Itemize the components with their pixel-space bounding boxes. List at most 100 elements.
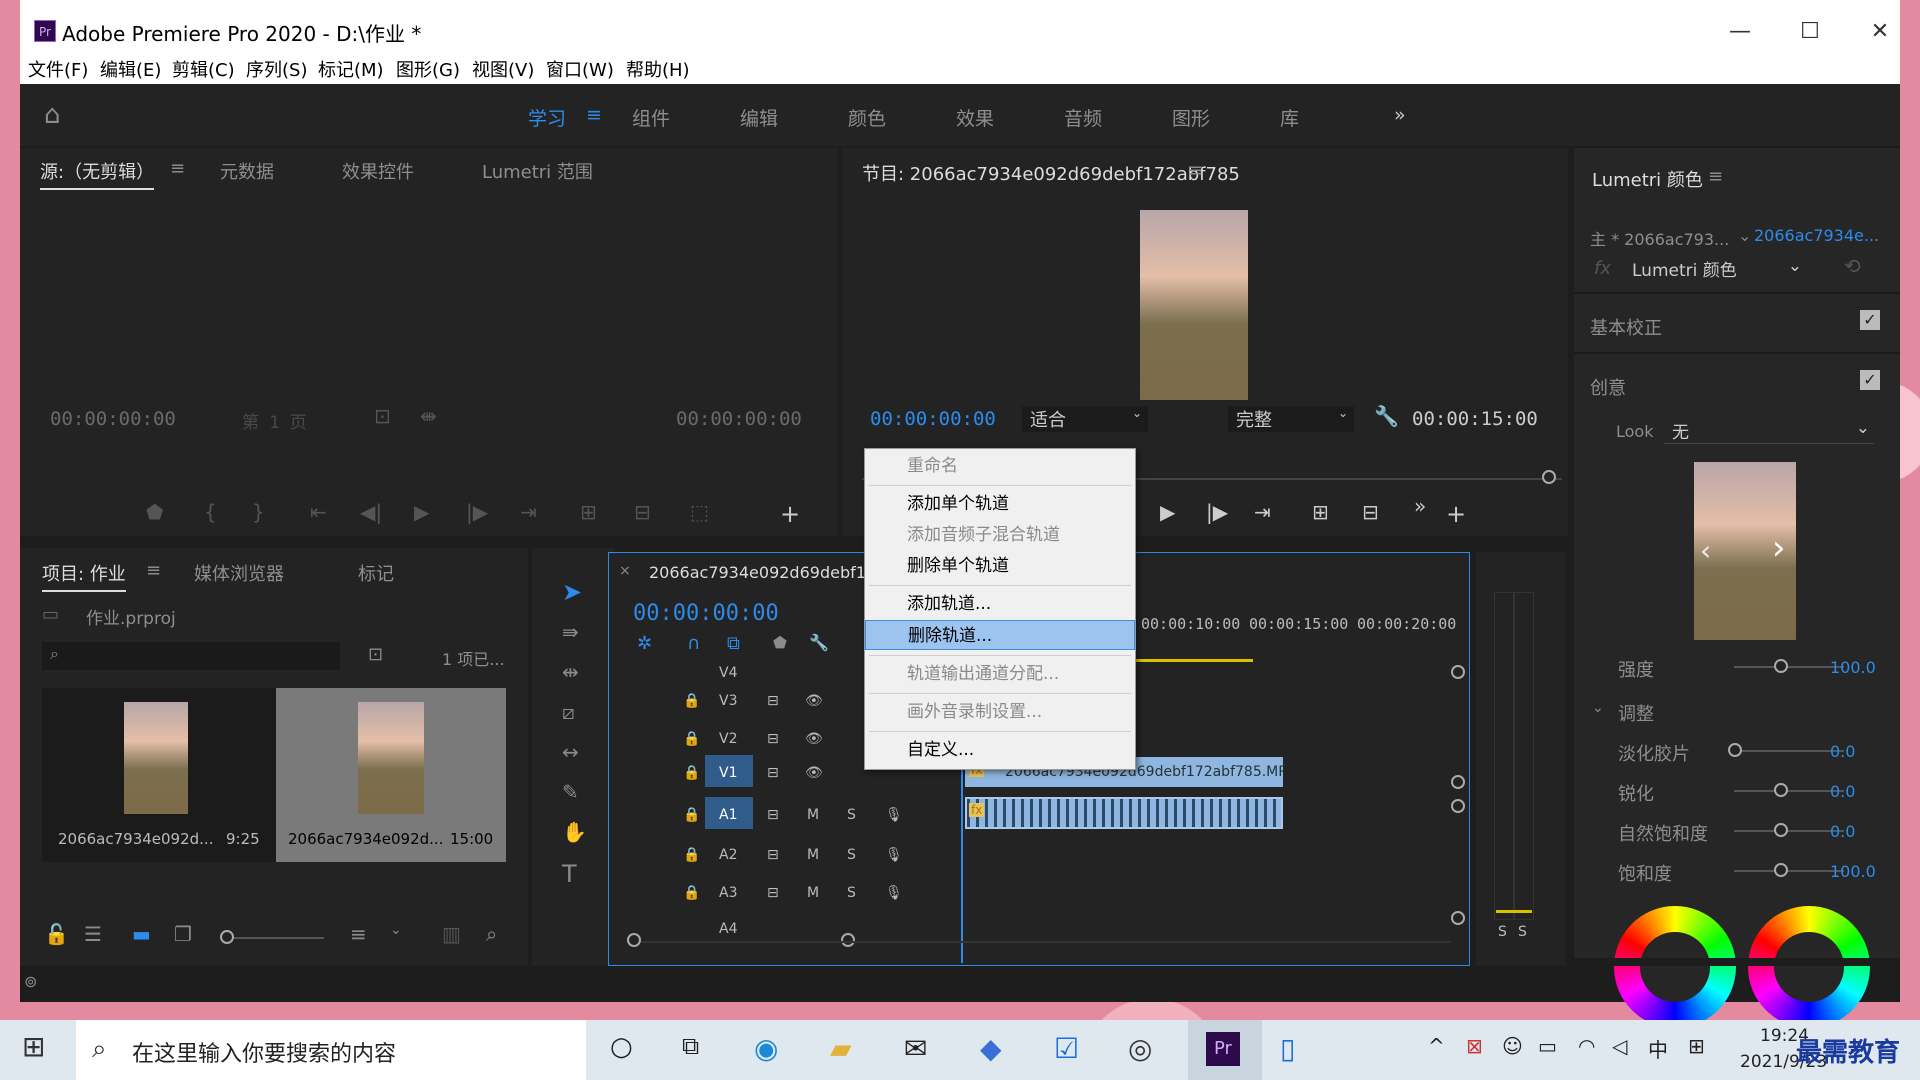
creative-cloud-icon[interactable]: ⊚ <box>24 972 37 991</box>
workspace-learning[interactable]: 学习 <box>528 104 566 131</box>
menu-help[interactable]: 帮助(H) <box>626 56 690 82</box>
phone-app-icon[interactable]: ▯ <box>1280 1032 1295 1072</box>
timeline-settings-icon[interactable]: 🔧 <box>809 633 829 652</box>
list-view-icon[interactable]: ☰ <box>84 922 102 946</box>
insert-icon[interactable]: ⊞ <box>580 500 597 524</box>
mail-icon[interactable]: ✉ <box>904 1032 927 1072</box>
vibrance-knob[interactable] <box>1774 823 1788 837</box>
microphone-icon[interactable]: 🎙 <box>885 807 903 823</box>
faded-film-slider[interactable] <box>1734 750 1844 752</box>
solo-right-button[interactable]: S <box>1518 924 1527 940</box>
panel-menu-icon[interactable]: ≡ <box>1708 166 1723 187</box>
horizontal-scrollbar[interactable] <box>641 941 1451 943</box>
panel-menu-icon[interactable]: ≡ <box>170 158 185 179</box>
menu-add-submix-track[interactable]: 添加音频子混合轨道 <box>865 520 1135 550</box>
app-icon[interactable]: ☑ <box>1054 1032 1079 1072</box>
menu-file[interactable]: 文件(F) <box>28 56 88 82</box>
sharpen-value[interactable]: 0.0 <box>1830 782 1855 801</box>
tab-media-browser[interactable]: 媒体浏览器 <box>194 560 284 586</box>
taskbar-search-placeholder[interactable]: 在这里输入你要搜索的内容 <box>132 1036 396 1068</box>
lock-icon[interactable]: 🔒 <box>683 847 700 863</box>
add-button-icon[interactable]: + <box>1446 500 1466 528</box>
minimize-button[interactable]: — <box>1720 14 1760 50</box>
workspace-graphics[interactable]: 图形 <box>1172 104 1210 131</box>
selection-tool-icon[interactable]: ➤ <box>562 578 582 606</box>
overwrite-icon[interactable]: ⊟ <box>634 500 651 524</box>
icon-view-icon[interactable]: ▬ <box>132 922 151 946</box>
mute-button[interactable]: M <box>807 807 819 823</box>
go-to-out-icon[interactable]: ⇥ <box>520 500 537 524</box>
chevron-down-icon[interactable]: ⌄ <box>390 922 402 938</box>
faded-film-knob[interactable] <box>1728 743 1742 757</box>
home-icon[interactable]: ⌂ <box>44 100 61 130</box>
workspace-libraries[interactable]: 库 <box>1280 104 1299 131</box>
lock-icon[interactable]: 🔒 <box>683 885 700 901</box>
horizontal-scroll-knob[interactable] <box>627 933 641 947</box>
track-a2-label[interactable]: A2 <box>719 847 737 863</box>
sync-lock-icon[interactable]: ⊟ <box>767 885 779 901</box>
freeform-view-icon[interactable]: ❐ <box>174 922 192 946</box>
menu-clip[interactable]: 剪辑(C) <box>172 56 235 82</box>
lift-icon[interactable]: ⊞ <box>1312 500 1329 524</box>
lock-icon[interactable]: 🔒 <box>683 693 700 709</box>
microphone-icon[interactable]: 🎙 <box>885 847 903 863</box>
microphone-icon[interactable]: 🎙 <box>885 885 903 901</box>
step-forward-icon[interactable]: |▶ <box>1206 500 1228 524</box>
menu-edit[interactable]: 编辑(E) <box>100 56 161 82</box>
saturation-value[interactable]: 100.0 <box>1830 862 1876 881</box>
nest-icon[interactable]: ✲ <box>637 633 652 654</box>
sharpen-knob[interactable] <box>1774 783 1788 797</box>
sort-icon[interactable]: ≡ <box>350 922 367 946</box>
lock-icon[interactable]: 🔒 <box>683 807 700 823</box>
lock-icon[interactable]: 🔒 <box>683 765 700 781</box>
reset-icon[interactable]: ⟲ <box>1844 254 1861 278</box>
step-forward-icon[interactable]: |▶ <box>466 500 488 524</box>
menu-delete-tracks[interactable]: 删除轨道... <box>865 620 1135 650</box>
menu-window[interactable]: 窗口(W) <box>546 56 614 82</box>
clip-select[interactable]: 2066ac7934e... <box>1754 226 1879 245</box>
workspace-color[interactable]: 颜色 <box>848 104 886 131</box>
vertical-scroll-knob[interactable] <box>1451 911 1465 925</box>
timeline-tab[interactable]: 2066ac7934e092d69debf172 <box>649 563 889 582</box>
menu-customize[interactable]: 自定义... <box>865 735 1135 765</box>
ime-indicator[interactable]: 中 <box>1648 1034 1668 1074</box>
sync-lock-icon[interactable]: ⊟ <box>767 765 779 781</box>
linked-selection-icon[interactable]: ⧉ <box>727 633 740 654</box>
tray-icon[interactable]: ☺ <box>1502 1034 1523 1074</box>
volume-icon[interactable]: ◁ <box>1612 1034 1627 1074</box>
sync-lock-icon[interactable]: ⊟ <box>767 693 779 709</box>
maximize-button[interactable]: ☐ <box>1790 14 1830 50</box>
sync-lock-icon[interactable]: ⊟ <box>767 807 779 823</box>
vertical-scroll-knob[interactable] <box>1451 799 1465 813</box>
track-a3-label[interactable]: A3 <box>719 885 737 901</box>
lock-icon[interactable]: 🔒 <box>683 731 700 747</box>
look-dropdown[interactable]: 无 ⌄ <box>1664 418 1874 444</box>
track-v2-label[interactable]: V2 <box>719 731 737 747</box>
track-v4-label[interactable]: V4 <box>719 665 737 681</box>
intensity-value[interactable]: 100.0 <box>1830 658 1876 677</box>
horizontal-scroll-knob[interactable] <box>841 933 855 947</box>
menu-rename[interactable]: 重命名 <box>865 451 1135 481</box>
ripple-edit-icon[interactable]: ⇹ <box>562 660 579 684</box>
quality-dropdown[interactable]: 完整 ⌄ <box>1228 406 1354 432</box>
source-timecode-left[interactable]: 00:00:00:00 <box>50 408 176 430</box>
sharpen-slider[interactable] <box>1734 790 1844 792</box>
extract-icon[interactable]: ⊟ <box>1362 500 1379 524</box>
menu-voiceover-settings[interactable]: 画外音录制设置... <box>865 697 1135 727</box>
workspace-assembly[interactable]: 组件 <box>632 104 670 131</box>
razor-icon[interactable]: ⧄ <box>562 700 575 724</box>
task-view-icon[interactable]: ⧉ <box>682 1032 699 1072</box>
tab-source[interactable]: 源:（无剪辑） <box>40 158 155 190</box>
step-back-icon[interactable]: ◀| <box>360 500 382 524</box>
basic-correction-checkbox[interactable]: ✓ <box>1860 310 1880 330</box>
new-search-bin-icon[interactable]: ⊡ <box>368 644 383 665</box>
close-button[interactable]: ✕ <box>1860 14 1900 50</box>
track-v1-label[interactable]: V1 <box>719 765 737 781</box>
chevron-right-icon[interactable]: › <box>1772 528 1786 568</box>
tab-lumetri-scopes[interactable]: Lumetri 范围 <box>482 158 593 184</box>
tab-markers[interactable]: 标记 <box>358 560 394 586</box>
eye-icon[interactable]: 👁 <box>805 765 823 781</box>
play-icon[interactable]: ▶ <box>414 500 429 524</box>
wrench-icon[interactable]: 🔧 <box>1374 404 1399 428</box>
menu-markers[interactable]: 标记(M) <box>318 56 384 82</box>
